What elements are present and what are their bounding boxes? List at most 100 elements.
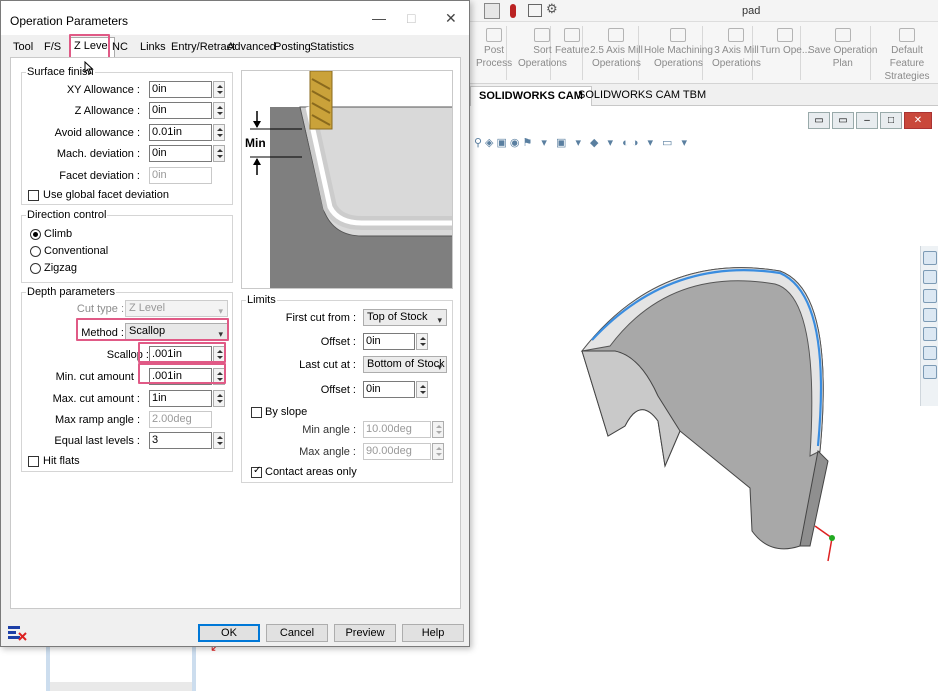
- last-cut-dropdown[interactable]: Bottom of Stock ▾: [363, 356, 447, 373]
- offset2-input[interactable]: 0in: [363, 381, 415, 398]
- by-slope-checkbox[interactable]: [251, 407, 262, 418]
- tree-scroll-edge-2: [192, 640, 196, 691]
- cut-type-label: Cut type :: [76, 303, 124, 315]
- close-icon[interactable]: ✕: [904, 112, 932, 129]
- offset1-spinner[interactable]: [416, 333, 428, 350]
- design-library-icon[interactable]: [923, 289, 937, 303]
- contact-areas-checkbox[interactable]: [251, 465, 262, 478]
- first-cut-dropdown[interactable]: Top of Stock ▾: [363, 309, 447, 326]
- tab-nc[interactable]: NC: [108, 39, 132, 57]
- ribbon-label-line2: Operations: [712, 58, 761, 69]
- graphics-viewport[interactable]: ▭ ▭ – □ ✕ ⚲◈▣◉⚑ ▾ ▣ ▾ ◆ ▾ ◐◑ ▾ ▭ ▾: [470, 106, 938, 691]
- maximize-icon[interactable]: □: [880, 112, 902, 129]
- conventional-radio[interactable]: [30, 246, 41, 257]
- heads-up-view-toolbar[interactable]: ⚲◈▣◉⚑ ▾ ▣ ▾ ◆ ▾ ◐◑ ▾ ▭ ▾: [474, 136, 690, 149]
- ribbon-label-line2: Strategies: [884, 71, 930, 82]
- cancel-button[interactable]: Cancel: [266, 624, 328, 642]
- home-icon[interactable]: [923, 270, 937, 284]
- app-title-bar: ⚙ pad: [470, 0, 938, 22]
- tab-solidworks-cam-tbm[interactable]: SOLIDWORKS CAM TBM: [570, 86, 714, 106]
- avoid-allowance-input[interactable]: 0.01in: [149, 124, 212, 141]
- ribbon-button-7[interactable]: Save Operation Plan: [808, 28, 878, 70]
- view-palette-icon[interactable]: [923, 327, 937, 341]
- ribbon-button-0[interactable]: Post Process: [476, 28, 512, 70]
- part-3d-model[interactable]: [570, 256, 870, 566]
- tab-statistics[interactable]: Statistics: [306, 39, 358, 57]
- horizontal-scrollbar[interactable]: [50, 682, 192, 691]
- minimize-icon[interactable]: —: [372, 10, 386, 26]
- mach-deviation-spinner[interactable]: [213, 145, 225, 162]
- max-angle-label: Max angle :: [299, 446, 356, 458]
- document-title: pad: [742, 5, 761, 17]
- illustration-graphic: [250, 71, 452, 288]
- ok-button[interactable]: OK: [198, 624, 260, 642]
- avoid-allowance-spinner[interactable]: [213, 124, 225, 141]
- z-level-illustration: Min: [241, 70, 453, 289]
- cam-ribbon: Post Process Sort Operations Feature 2.5 Axis…: [470, 22, 938, 84]
- tab-links[interactable]: Links: [136, 39, 170, 57]
- max-cut-amount-spinner[interactable]: [213, 390, 225, 407]
- use-global-facet-checkbox[interactable]: [28, 190, 39, 201]
- traffic-light-icon[interactable]: [510, 4, 516, 18]
- zigzag-radio[interactable]: [30, 263, 41, 274]
- ribbon-label-line1: 2.5 Axis Mill: [590, 45, 643, 56]
- hit-flats-checkbox[interactable]: [28, 456, 39, 467]
- help-button[interactable]: Help: [402, 624, 464, 642]
- task-pane-tabs[interactable]: [920, 246, 938, 406]
- operation-parameters-dialog: Operation Parameters — □ ✕ Tool F/S Z Le…: [0, 0, 470, 647]
- ribbon-command-icon: [608, 28, 625, 42]
- file-explorer-icon[interactable]: [923, 308, 937, 322]
- tab-tool[interactable]: Tool: [9, 39, 37, 57]
- climb-radio[interactable]: [30, 229, 41, 240]
- group-label: Direction control: [26, 209, 108, 221]
- mach-deviation-input[interactable]: 0in: [149, 145, 212, 162]
- group-label: Limits: [246, 294, 277, 306]
- select-cursor-icon[interactable]: [484, 3, 500, 19]
- ribbon-button-2[interactable]: Feature: [555, 28, 589, 57]
- min-angle-label: Min angle :: [302, 424, 356, 436]
- ribbon-button-4[interactable]: Hole Machining Operations: [644, 28, 713, 70]
- gear-icon[interactable]: ⚙: [546, 1, 558, 17]
- xy-allowance-input[interactable]: 0in: [149, 81, 212, 98]
- restore-icon[interactable]: ▭: [808, 112, 830, 129]
- min-cut-highlight-box: [138, 363, 226, 384]
- z-allowance-label: Z Allowance :: [74, 105, 140, 117]
- z-allowance-spinner[interactable]: [213, 102, 225, 119]
- ribbon-label-line1: Save Operation: [808, 45, 878, 56]
- last-cut-label: Last cut at :: [299, 359, 356, 371]
- ribbon-button-6[interactable]: Turn Ope...: [760, 28, 810, 57]
- ribbon-label-line1: Turn Ope...: [760, 45, 811, 56]
- task-pane-resources-icon[interactable]: [923, 251, 937, 265]
- custom-properties-icon[interactable]: [923, 365, 937, 379]
- ribbon-command-icon: [777, 28, 794, 42]
- offset2-spinner[interactable]: [416, 381, 428, 398]
- equal-last-levels-input[interactable]: 3: [149, 432, 212, 449]
- equal-last-levels-spinner[interactable]: [213, 432, 225, 449]
- z-allowance-input[interactable]: 0in: [149, 102, 212, 119]
- dialog-title-bar: Operation Parameters — □ ✕: [1, 1, 469, 35]
- ribbon-command-icon: [486, 28, 503, 42]
- feature-tree-strip: ↙: [0, 640, 470, 691]
- min-label: Min: [245, 136, 266, 150]
- tab-fs[interactable]: F/S: [40, 39, 65, 57]
- max-cut-amount-input[interactable]: 1in: [149, 390, 212, 407]
- ribbon-label-line1: Default Feature: [889, 45, 925, 69]
- offset2-label: Offset :: [320, 384, 356, 396]
- table-icon[interactable]: [528, 4, 542, 17]
- equal-last-levels-label: Equal last levels :: [54, 435, 140, 447]
- tile-icon[interactable]: ▭: [832, 112, 854, 129]
- close-icon[interactable]: ✕: [445, 10, 457, 27]
- appearances-icon[interactable]: [923, 346, 937, 360]
- ribbon-button-3[interactable]: 2.5 Axis Mill Operations: [590, 28, 643, 70]
- max-angle-input: 90.00deg: [363, 443, 431, 460]
- ribbon-button-8[interactable]: Default Feature Strategies: [876, 28, 938, 83]
- xy-allowance-spinner[interactable]: [213, 81, 225, 98]
- facet-deviation-input: 0in: [149, 167, 212, 184]
- dialog-title: Operation Parameters: [10, 14, 129, 28]
- offset1-input[interactable]: 0in: [363, 333, 415, 350]
- minimize-icon[interactable]: –: [856, 112, 878, 129]
- ribbon-button-5[interactable]: 3 Axis Mill Operations: [712, 28, 761, 70]
- preview-button[interactable]: Preview: [334, 624, 396, 642]
- surface-finish-group: Surface finish XY Allowance : 0in Z Allo…: [21, 66, 233, 205]
- cam-tab-row: SOLIDWORKS CAM SOLIDWORKS CAM TBM: [470, 84, 938, 106]
